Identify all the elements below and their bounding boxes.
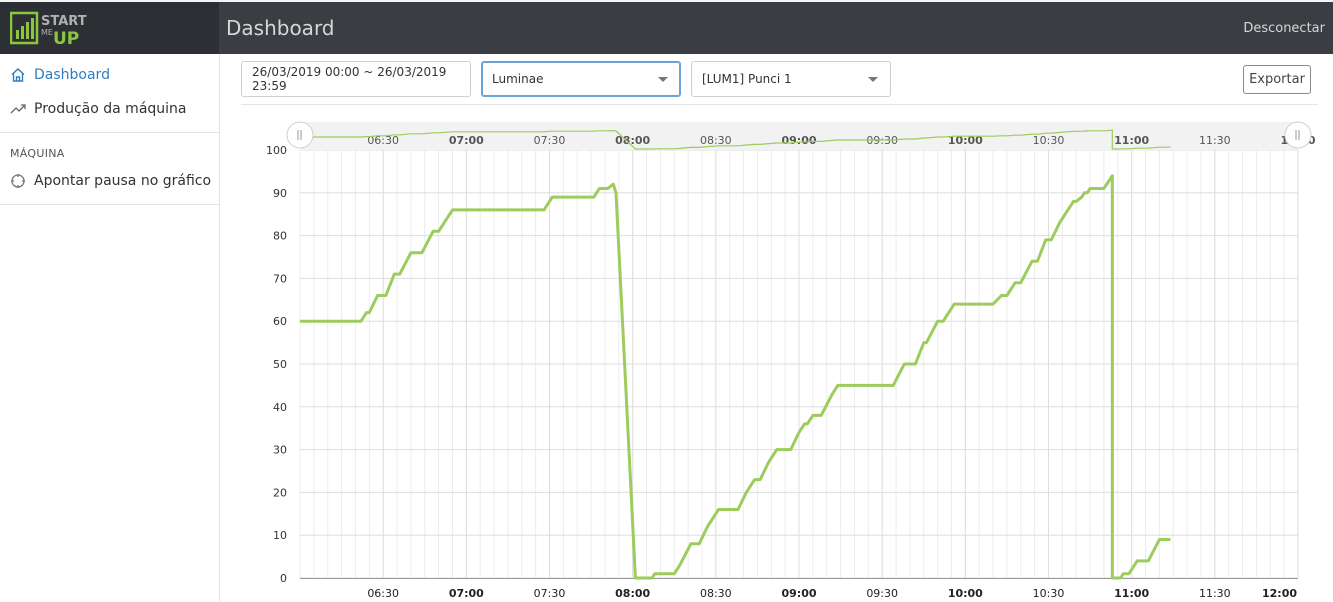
navigator-right-handle[interactable]	[1284, 121, 1312, 149]
y-tick-label: 10	[273, 529, 287, 542]
x-tick-label: 12:00	[1262, 587, 1297, 600]
y-tick-label: 60	[273, 315, 287, 328]
y-tick-label: 90	[273, 187, 287, 200]
y-tick-label: 0	[280, 572, 287, 585]
navigator-tick-label: 08:30	[700, 134, 732, 147]
y-axis-labels: 0 10 20 30 40 50 60 70 80 90 100	[266, 144, 287, 585]
x-tick-label: 08:00	[615, 587, 650, 600]
navigator-tick-label: 07:00	[449, 134, 484, 147]
x-tick-label: 06:30	[367, 587, 399, 600]
navigator-tick-label: 09:00	[781, 134, 816, 147]
y-tick-label: 70	[273, 272, 287, 285]
x-tick-label: 11:00	[1114, 587, 1149, 600]
y-tick-label: 50	[273, 358, 287, 371]
x-axis-labels: 06:30 07:00 07:30 08:00 08:30 09:00 09:30 10:00…	[367, 587, 1297, 600]
y-tick-label: 20	[273, 486, 287, 499]
navigator-left-handle[interactable]	[286, 121, 314, 149]
production-chart: 06:30 07:00 07:30 08:00 08:30 09:00 09:30 10:00…	[266, 121, 1316, 600]
y-tick-label: 40	[273, 401, 287, 414]
x-tick-label: 09:30	[866, 587, 898, 600]
navigator-tick-label: 10:30	[1033, 134, 1065, 147]
y-tick-label: 100	[266, 144, 287, 157]
x-tick-label: 11:30	[1199, 587, 1231, 600]
navigator[interactable]: 06:30 07:00 07:30 08:00 08:30 09:00 09:30 10:00…	[286, 121, 1316, 150]
x-tick-label: 10:00	[948, 587, 983, 600]
x-tick-label: 10:30	[1033, 587, 1065, 600]
x-tick-label: 07:00	[449, 587, 484, 600]
x-tick-label: 09:00	[781, 587, 816, 600]
y-tick-label: 80	[273, 230, 287, 243]
navigator-tick-label: 11:30	[1199, 134, 1231, 147]
x-tick-label: 07:30	[534, 587, 566, 600]
y-tick-label: 30	[273, 444, 287, 457]
navigator-tick-label: 07:30	[534, 134, 566, 147]
x-tick-label: 08:30	[700, 587, 732, 600]
navigator-tick-label: 11:00	[1114, 134, 1149, 147]
